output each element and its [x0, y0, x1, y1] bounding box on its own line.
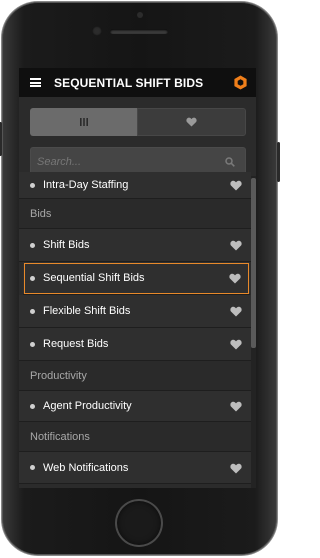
list-item-label: Agent Productivity — [43, 400, 132, 412]
volume-button — [0, 122, 2, 156]
front-sensor — [137, 12, 143, 18]
list-item-label: Request Bids — [43, 338, 109, 350]
list-item-label: Flexible Shift Bids — [43, 305, 131, 317]
search-icon[interactable] — [225, 157, 235, 167]
bullet-icon — [30, 465, 35, 470]
list-item-label: Shift Bids — [43, 239, 90, 251]
page-title: SEQUENTIAL SHIFT BIDS — [54, 75, 204, 90]
list-item-web-notifications[interactable]: Web Notifications — [19, 452, 251, 484]
list-item-flexible-shift-bids[interactable]: Flexible Shift Bids — [19, 295, 251, 328]
bars-view-icon — [79, 118, 88, 126]
list-item-label: Web Notifications — [43, 461, 129, 474]
menu-list: Intra-Day Staffing Bids Shift Bids Seque… — [19, 172, 251, 484]
bullet-icon — [30, 275, 35, 281]
favorite-heart-icon[interactable] — [230, 339, 242, 350]
list-item-label: Intra-Day Staffing — [43, 179, 129, 191]
favorite-heart-icon[interactable] — [230, 401, 242, 412]
scrollbar-thumb[interactable] — [251, 178, 256, 348]
favorite-heart-icon[interactable] — [230, 180, 242, 191]
tab-all-items[interactable] — [30, 108, 137, 136]
bullet-icon — [30, 341, 35, 347]
home-button[interactable] — [115, 499, 163, 547]
bullet-icon — [30, 403, 35, 409]
list-item-shift-bids[interactable]: Shift Bids — [19, 229, 251, 262]
list-item-intra-day-staffing[interactable]: Intra-Day Staffing — [19, 172, 251, 199]
tab-favorites[interactable] — [137, 108, 246, 136]
power-button — [277, 142, 280, 182]
list-item-label: Sequential Shift Bids — [43, 272, 145, 284]
section-header-bids: Bids — [19, 199, 251, 229]
top-bar: SEQUENTIAL SHIFT BIDS — [19, 68, 256, 97]
favorite-heart-icon[interactable] — [230, 463, 242, 474]
bullet-icon — [30, 308, 35, 314]
list-item-agent-productivity[interactable]: Agent Productivity — [19, 391, 251, 422]
menu-icon[interactable] — [30, 78, 41, 87]
list-item-sequential-shift-bids[interactable]: Sequential Shift Bids — [23, 262, 250, 295]
list-item-request-bids[interactable]: Request Bids — [19, 328, 251, 361]
favorite-heart-icon[interactable] — [229, 273, 241, 284]
search-input[interactable] — [31, 148, 221, 175]
section-header-notifications: Notifications — [19, 422, 251, 452]
bullet-icon — [30, 182, 35, 188]
favorite-heart-icon[interactable] — [230, 240, 242, 251]
app-logo-icon[interactable] — [233, 75, 248, 90]
bullet-icon — [30, 242, 35, 248]
section-header-productivity: Productivity — [19, 361, 251, 391]
heart-icon — [186, 117, 197, 127]
earpiece-speaker — [110, 29, 168, 34]
front-camera — [92, 26, 102, 36]
favorite-heart-icon[interactable] — [230, 306, 242, 317]
app-screen: SEQUENTIAL SHIFT BIDS In — [19, 68, 256, 488]
view-toggle — [30, 108, 246, 136]
